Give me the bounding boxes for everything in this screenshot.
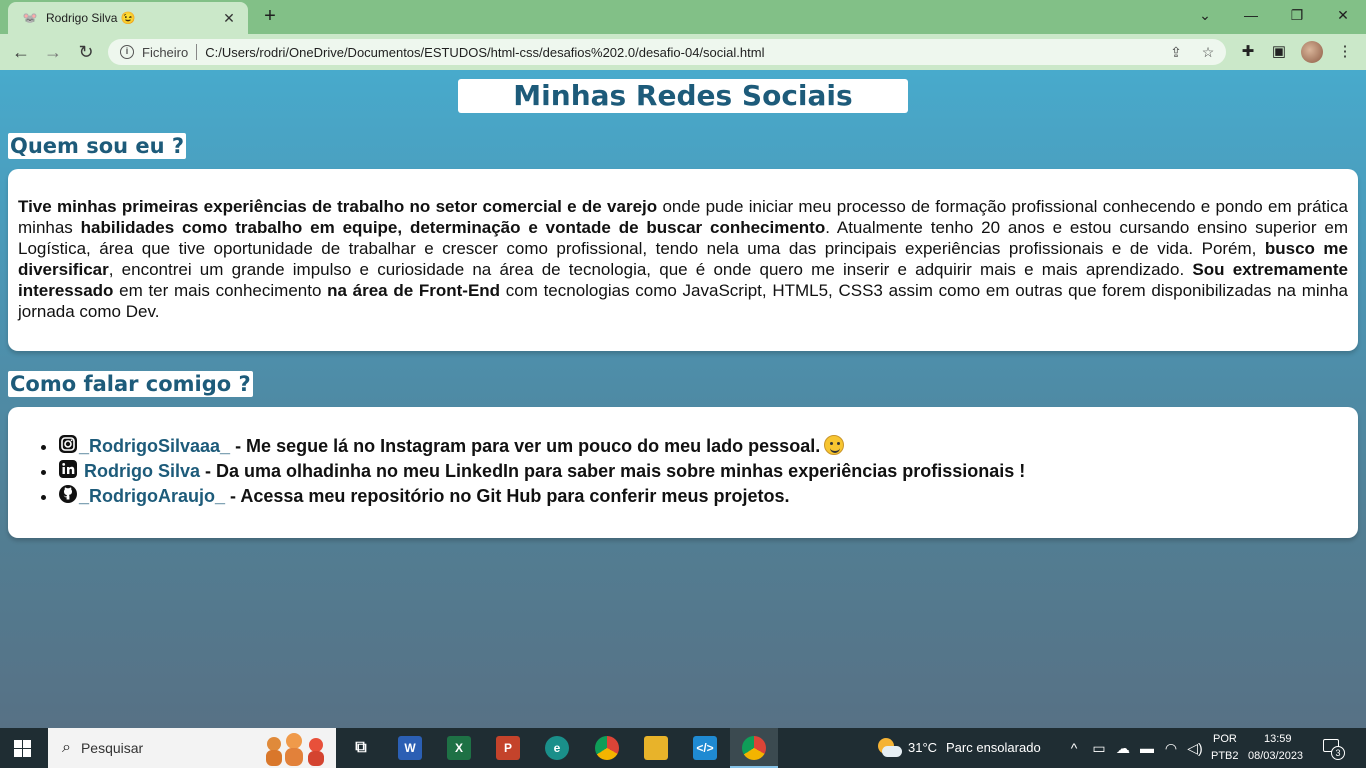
linkedin-link[interactable]: Rodrigo Silva (84, 461, 200, 481)
chrome-profile-icon (742, 736, 766, 760)
notifications-count: 3 (1331, 746, 1345, 760)
github-icon (59, 485, 77, 503)
wink-emoji-icon (824, 435, 845, 455)
powerpoint-icon[interactable]: P (496, 736, 520, 760)
address-scheme: Ficheiro (142, 44, 189, 60)
windows-taskbar: ⌕ Pesquisar ⧉ W X P e </> 31°C Parc enso… (0, 728, 1366, 768)
windows-start-icon[interactable] (14, 740, 31, 757)
contacts-list: _RodrigoSilvaaa_ - Me segue lá no Instag… (58, 434, 1358, 509)
profile-avatar[interactable] (1301, 41, 1323, 63)
info-icon[interactable]: i (120, 45, 134, 59)
bookmark-star-icon[interactable]: ☆ (1197, 39, 1219, 65)
close-tab-icon[interactable]: ✕ (220, 10, 238, 27)
contacts-card: _RodrigoSilvaaa_ - Me segue lá no Instag… (8, 407, 1358, 538)
volume-icon[interactable]: ◁) (1187, 740, 1203, 757)
close-window-button[interactable]: ✕ (1320, 4, 1366, 28)
about-strong-2: habilidades como trabalho em equipe, det… (80, 218, 826, 237)
github-description: - Acessa meu repositório no Git Hub para… (225, 486, 790, 506)
weather-description[interactable]: Parc ensolarado (946, 740, 1041, 755)
search-highlight-illustration-icon (266, 733, 324, 766)
meet-icon[interactable]: ▭ (1091, 740, 1107, 757)
browser-tab[interactable]: 🐭 Rodrigo Silva 😉 ✕ (8, 2, 248, 34)
about-text-4: em ter mais conhecimento (113, 281, 328, 300)
share-icon[interactable]: ⇪ (1165, 39, 1187, 65)
tab-search-icon[interactable]: ⌄ (1182, 4, 1228, 28)
excel-icon[interactable]: X (447, 736, 471, 760)
notifications-icon[interactable]: 3 (1323, 739, 1345, 760)
browser-toolbar: ← → ↻ i Ficheiro C:/Users/rodri/OneDrive… (0, 34, 1366, 70)
search-icon: ⌕ (62, 739, 71, 756)
task-view-icon[interactable]: ⧉ (349, 736, 373, 760)
about-paragraph: Tive minhas primeiras experiências de tr… (18, 196, 1348, 322)
about-strong-5: na área de Front-End (327, 281, 501, 300)
search-placeholder: Pesquisar (80, 740, 144, 756)
language-bottom[interactable]: PTB2 (1211, 750, 1239, 762)
back-button[interactable]: ← (8, 40, 34, 64)
side-panel-icon[interactable]: ▣ (1268, 41, 1290, 63)
chrome-profile-task-button[interactable] (730, 728, 778, 768)
contact-item-instagram: _RodrigoSilvaaa_ - Me segue lá no Instag… (58, 434, 1358, 459)
file-explorer-icon[interactable] (644, 736, 668, 760)
linkedin-icon (59, 460, 77, 478)
linkedin-description: - Da uma olhadinha no meu LinkedIn para … (200, 461, 1026, 481)
word-icon[interactable]: W (398, 736, 422, 760)
wifi-icon[interactable]: ◠ (1163, 740, 1179, 757)
page-content: Minhas Redes Sociais Quem sou eu ? Tive … (0, 70, 1366, 728)
about-card: Tive minhas primeiras experiências de tr… (8, 169, 1358, 351)
battery-icon[interactable]: ▬ (1139, 740, 1155, 756)
instagram-description: - Me segue lá no Instagram para ver um p… (230, 436, 821, 456)
github-link[interactable]: _RodrigoAraujo_ (79, 486, 225, 506)
tab-title: Rodrigo Silva 😉 (46, 11, 136, 25)
tab-strip: 🐭 Rodrigo Silva 😉 ✕ + ⌄ — ❐ ✕ (0, 0, 1366, 34)
vscode-icon[interactable]: </> (693, 736, 717, 760)
weather-temp[interactable]: 31°C (908, 740, 937, 755)
edge-icon[interactable]: e (545, 736, 569, 760)
contact-item-linkedin: Rodrigo Silva - Da uma olhadinha no meu … (58, 459, 1358, 484)
new-tab-button[interactable]: + (258, 6, 282, 28)
forward-button[interactable]: → (40, 40, 66, 64)
address-url[interactable]: C:/Users/rodri/OneDrive/Documentos/ESTUD… (205, 45, 764, 60)
contact-item-github: _RodrigoAraujo_ - Acessa meu repositório… (58, 484, 1358, 509)
cloud-icon[interactable]: ☁ (1115, 740, 1131, 757)
page-title: Minhas Redes Sociais (458, 79, 908, 113)
favicon-icon: 🐭 (22, 11, 38, 25)
restore-button[interactable]: ❐ (1274, 4, 1320, 28)
chevron-up-icon[interactable]: ^ (1066, 740, 1082, 756)
address-separator (196, 44, 198, 60)
chrome-icon[interactable] (595, 736, 619, 760)
extensions-icon[interactable]: ✚ (1237, 41, 1259, 63)
instagram-icon (59, 435, 77, 453)
about-heading: Quem sou eu ? (8, 133, 187, 159)
weather-icon[interactable] (876, 738, 902, 758)
contact-heading: Como falar comigo ? (8, 371, 253, 397)
address-bar[interactable]: i Ficheiro C:/Users/rodri/OneDrive/Docum… (108, 39, 1226, 65)
taskbar-search-box[interactable]: ⌕ Pesquisar (48, 728, 336, 768)
reload-button[interactable]: ↻ (73, 40, 99, 64)
instagram-link[interactable]: _RodrigoSilvaaa_ (79, 436, 230, 456)
clock-date[interactable]: 08/03/2023 (1248, 750, 1303, 762)
clock-time[interactable]: 13:59 (1264, 733, 1292, 745)
about-strong-1: Tive minhas primeiras experiências de tr… (18, 197, 658, 216)
menu-icon[interactable]: ⋮ (1334, 41, 1356, 63)
minimize-button[interactable]: — (1228, 4, 1274, 28)
about-text-3: , encontrei um grande impulso e curiosid… (108, 260, 1193, 279)
language-top[interactable]: POR (1213, 733, 1237, 745)
